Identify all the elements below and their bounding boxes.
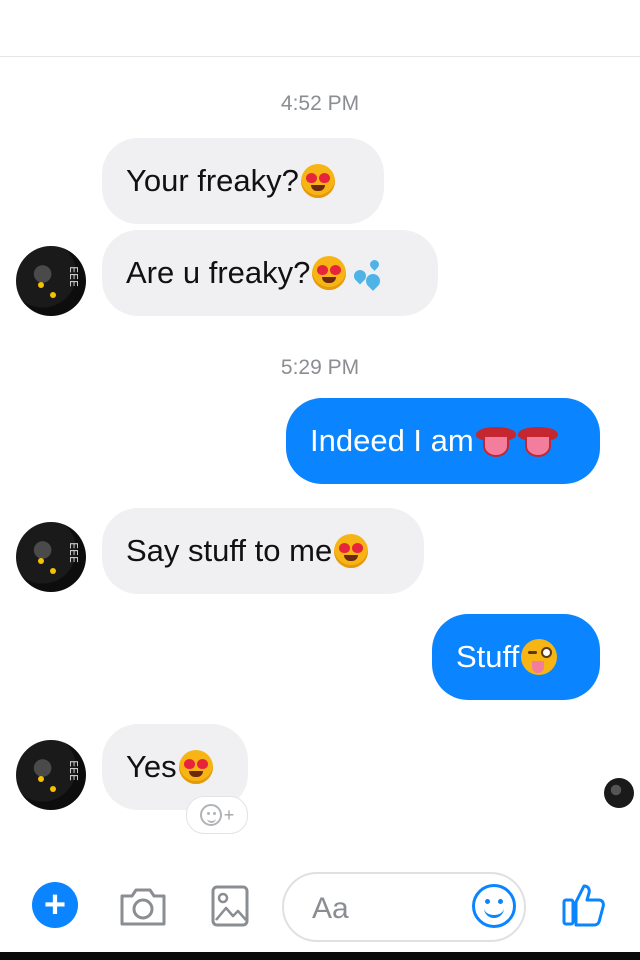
heart-eyes-emoji-icon — [334, 534, 369, 568]
image-icon[interactable] — [210, 884, 250, 928]
bottom-edge — [0, 952, 640, 960]
heart-eyes-emoji-icon — [312, 256, 347, 290]
timestamp: 4:52 PM — [280, 92, 360, 115]
add-reaction-button[interactable]: + — [186, 796, 248, 834]
message-text: Your freaky? — [126, 163, 299, 198]
message-text: Indeed I am — [310, 423, 474, 458]
message-text: Say stuff to me — [126, 533, 333, 568]
thumbs-up-icon[interactable] — [560, 880, 608, 928]
winking-tongue-emoji-icon — [521, 639, 558, 675]
sweat-droplets-emoji-icon — [350, 256, 384, 291]
reaction-plus-label: + — [223, 804, 235, 825]
plus-icon: + — [43, 884, 67, 926]
tongue-emoji-icon — [517, 423, 558, 459]
heart-eyes-emoji-icon — [178, 750, 213, 784]
add-button[interactable]: + — [32, 882, 78, 928]
message-bubble-incoming[interactable]: Say stuff to me — [102, 508, 424, 594]
message-bubble-outgoing[interactable]: Indeed I am — [286, 398, 600, 484]
contact-avatar[interactable]: EEE — [16, 740, 86, 810]
emoji-face-icon — [199, 804, 222, 826]
contact-avatar[interactable]: EEE — [16, 522, 86, 592]
message-text: Are u freaky? — [126, 255, 311, 290]
heart-eyes-emoji-icon — [300, 164, 335, 198]
timestamp: 5:29 PM — [280, 356, 360, 379]
message-bubble-incoming[interactable]: Are u freaky? — [102, 230, 438, 316]
header-bar — [0, 0, 640, 57]
message-text: Yes — [126, 749, 177, 784]
emoji-icon[interactable] — [472, 884, 516, 928]
contact-avatar[interactable]: EEE — [16, 246, 86, 316]
message-bubble-outgoing[interactable]: Stuff — [432, 614, 600, 700]
message-text: Stuff — [456, 639, 520, 674]
seen-avatar-indicator — [604, 778, 634, 808]
tongue-emoji-icon — [475, 423, 516, 459]
camera-icon[interactable] — [118, 884, 168, 928]
message-bubble-incoming[interactable]: Your freaky? — [102, 138, 384, 224]
message-input-placeholder: Aa — [312, 892, 349, 925]
